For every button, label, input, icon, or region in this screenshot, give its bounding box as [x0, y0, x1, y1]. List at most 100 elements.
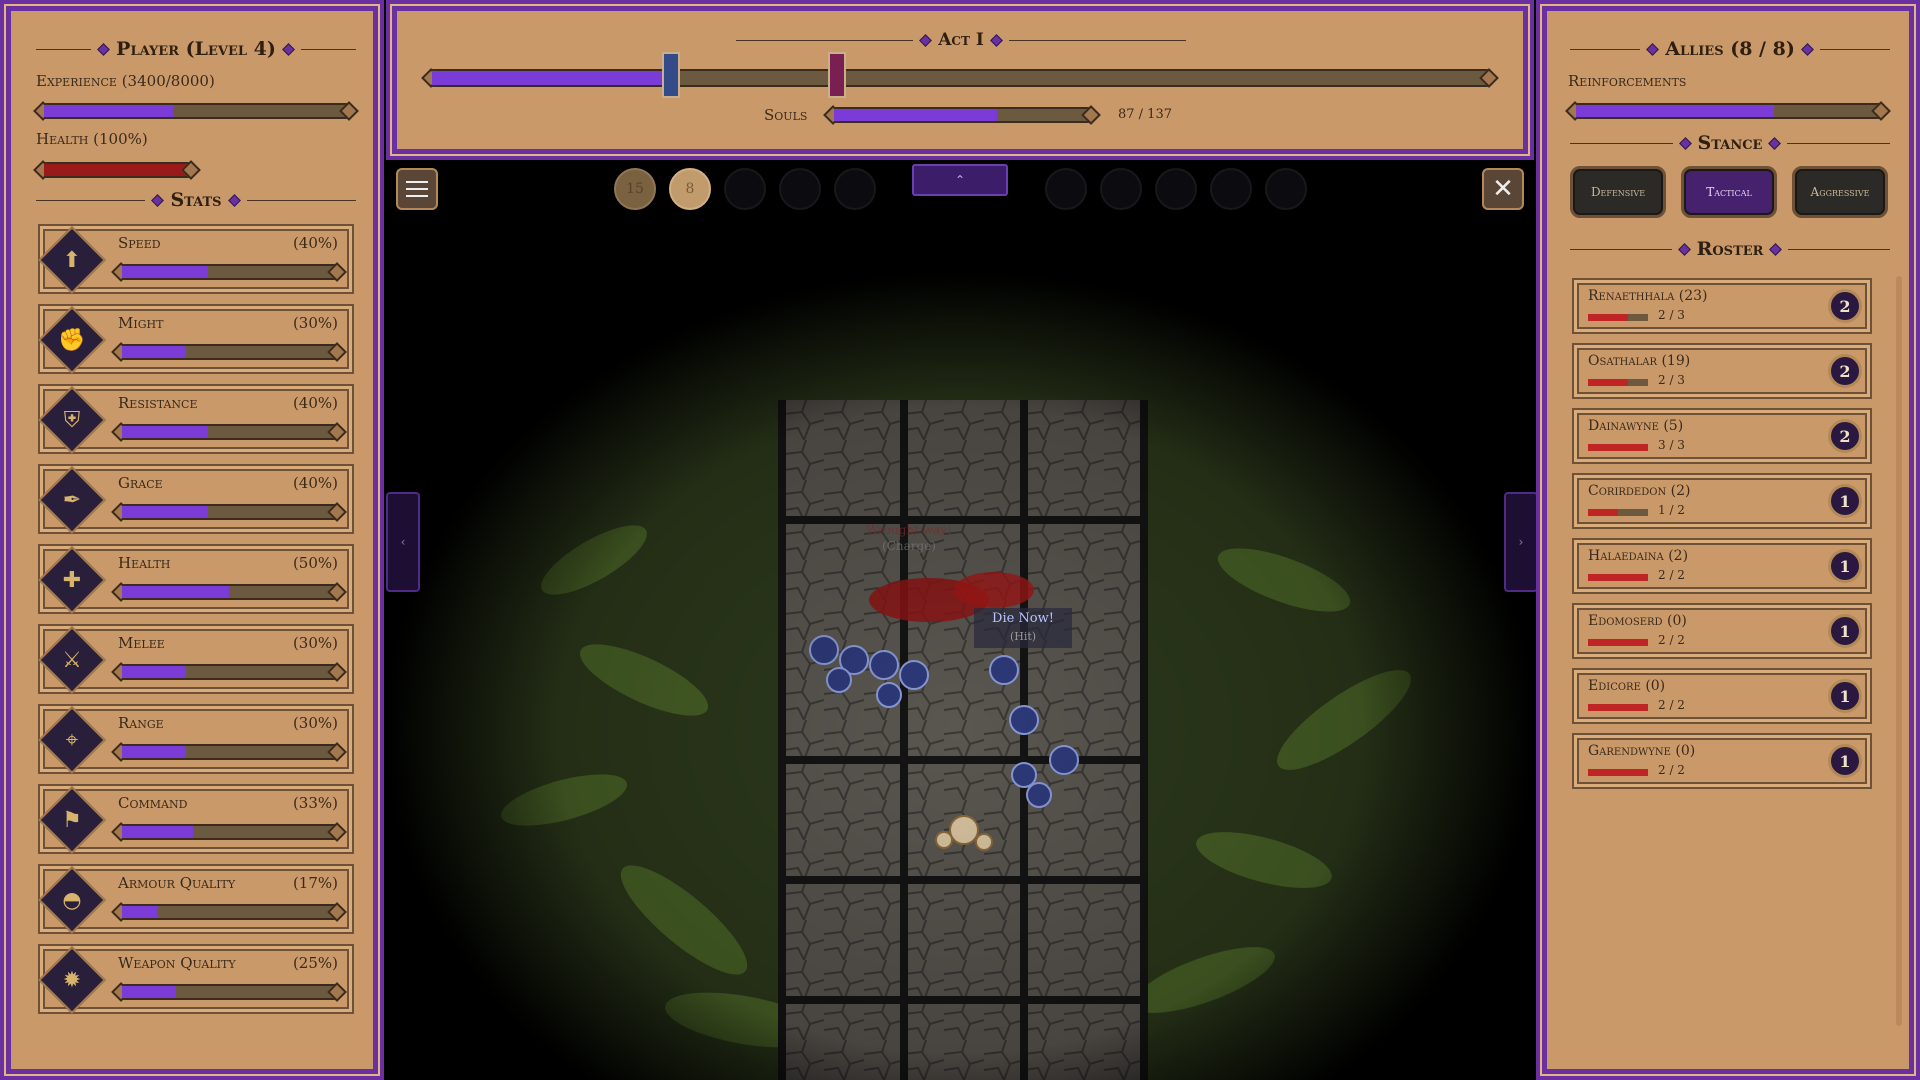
roster-name: Osathalar (19): [1588, 353, 1691, 369]
shout-charge: Wrought way! (Charge): [849, 522, 969, 554]
ability-slot[interactable]: [779, 168, 821, 210]
ability-slot[interactable]: [724, 168, 766, 210]
stat-name: Armour Quality: [118, 874, 236, 892]
stat-percent: (33%): [292, 794, 338, 812]
stat-bar-fill: [122, 666, 187, 678]
stat-card-range[interactable]: ⌖ Range (30%): [38, 704, 354, 774]
roster-item[interactable]: Corirdedon (2) 1 / 2 1: [1572, 473, 1872, 529]
stat-icon-frame: ◓: [38, 866, 106, 934]
ability-slot[interactable]: [1210, 168, 1252, 210]
ability-slot[interactable]: [1155, 168, 1197, 210]
health-bar-fill: [44, 164, 190, 176]
ability-slot[interactable]: 15: [614, 168, 656, 210]
experience-bar-fill: [44, 105, 174, 117]
left-drawer-toggle[interactable]: ‹: [386, 492, 420, 592]
battlefield-view[interactable]: Wrought way! (Charge) Die Now! (Hit): [384, 160, 1536, 1080]
roster-item[interactable]: Edicore (0) 2 / 2 1: [1572, 668, 1872, 724]
shield-icon: ⛨: [63, 407, 81, 433]
souls-bar: [832, 107, 1092, 123]
roster-item[interactable]: Osathalar (19) 2 / 3 2: [1572, 343, 1872, 399]
roster-rank-badge: 1: [1828, 744, 1862, 778]
stat-card-speed[interactable]: ⬆ Speed (40%): [38, 224, 354, 294]
ability-slot[interactable]: [834, 168, 876, 210]
reinforcements-label: Reinforcements: [1568, 72, 1687, 90]
ability-slot[interactable]: [1045, 168, 1087, 210]
roster-item[interactable]: Dainawyne (5) 3 / 3 2: [1572, 408, 1872, 464]
stat-card-health[interactable]: ✚ Health (50%): [38, 544, 354, 614]
ability-slot[interactable]: 8: [669, 168, 711, 210]
roster-health-bar: [1588, 769, 1648, 776]
roster-health-fill: [1588, 574, 1648, 581]
chevron-up-icon: ⌃: [954, 173, 966, 187]
stat-card-armour-quality[interactable]: ◓ Armour Quality (17%): [38, 864, 354, 934]
close-button[interactable]: ✕: [1482, 168, 1524, 210]
stat-icon-frame: ✊: [38, 306, 106, 374]
stat-bar: [120, 664, 338, 680]
stat-percent: (25%): [292, 954, 338, 972]
crossed-swords-icon: ⚔: [62, 647, 82, 673]
reinforcements-bar: [1574, 103, 1882, 119]
stat-percent: (30%): [292, 314, 338, 332]
shout-hit-sub: (Hit): [1009, 630, 1037, 643]
roster-rank-badge: 1: [1828, 484, 1862, 518]
roster-scrollbar[interactable]: [1896, 276, 1902, 1026]
stat-icon-frame: ✒: [38, 466, 106, 534]
roster-health-fill: [1588, 639, 1648, 646]
stats-title: Stats: [36, 189, 356, 211]
menu-button[interactable]: [396, 168, 438, 210]
stat-icon-frame: ⚔: [38, 626, 106, 694]
banner-icon: ⚑: [62, 807, 82, 833]
roster-health-count: 2 / 2: [1658, 698, 1685, 712]
roster-name: Halaedaina (2): [1588, 548, 1689, 564]
stat-card-command[interactable]: ⚑ Command (33%): [38, 784, 354, 854]
roster-item[interactable]: Edomoserd (0) 2 / 2 1: [1572, 603, 1872, 659]
stat-bar-fill: [122, 746, 187, 758]
experience-label: Experience (3400/8000): [36, 72, 215, 90]
roster-health-fill: [1588, 704, 1648, 711]
stat-card-might[interactable]: ✊ Might (30%): [38, 304, 354, 374]
stat-card-resistance[interactable]: ⛨ Resistance (40%): [38, 384, 354, 454]
roster-health-fill: [1588, 314, 1629, 321]
ability-slot[interactable]: [1100, 168, 1142, 210]
stance-defensive-button[interactable]: Defensive: [1570, 166, 1666, 218]
expand-button[interactable]: ⌃: [912, 164, 1008, 196]
stat-card-grace[interactable]: ✒ Grace (40%): [38, 464, 354, 534]
stance-tactical-button[interactable]: Tactical: [1681, 166, 1777, 218]
roster-health-bar: [1588, 314, 1648, 321]
stat-bar-fill: [122, 826, 193, 838]
roster-item[interactable]: Garendwyne (0) 2 / 2 1: [1572, 733, 1872, 789]
roster-name: Dainawyne (5): [1588, 418, 1684, 434]
stat-bar: [120, 904, 338, 920]
roster-item[interactable]: Renaethhala (23) 2 / 3 2: [1572, 278, 1872, 334]
stance-title: Stance: [1570, 132, 1891, 154]
player-title: Player (Level 4): [36, 38, 357, 60]
ability-slot[interactable]: [1265, 168, 1307, 210]
roster-health-bar: [1588, 444, 1648, 451]
roster-health-bar: [1588, 639, 1648, 646]
stat-card-melee[interactable]: ⚔ Melee (30%): [38, 624, 354, 694]
souls-value: 87 / 137: [1118, 107, 1172, 122]
roster-item[interactable]: Halaedaina (2) 2 / 2 1: [1572, 538, 1872, 594]
roster-health-fill: [1588, 769, 1648, 776]
battle-map: [384, 160, 1536, 1080]
right-drawer-toggle[interactable]: ›: [1504, 492, 1538, 592]
roster-health-count: 2 / 2: [1658, 763, 1685, 777]
roster-health-bar: [1588, 574, 1648, 581]
stance-aggressive-button[interactable]: Aggressive: [1792, 166, 1888, 218]
roster-health-fill: [1588, 509, 1618, 516]
stats-title-text: Stats: [170, 189, 222, 211]
winged-feather-icon: ✒: [62, 487, 82, 513]
stat-bar-fill: [122, 586, 229, 598]
stat-card-weapon-quality[interactable]: ✹ Weapon Quality (25%): [38, 944, 354, 1014]
roster-health-bar: [1588, 704, 1648, 711]
act-title-text: Act I: [938, 30, 984, 50]
roster-rank-badge: 2: [1828, 354, 1862, 388]
stat-name: Might: [118, 314, 164, 332]
stat-bar-fill: [122, 986, 176, 998]
roster-health-count: 2 / 2: [1658, 633, 1685, 647]
stat-bar-fill: [122, 266, 208, 278]
cross-icon: ✚: [62, 567, 82, 593]
health-label: Health (100%): [36, 130, 148, 148]
stat-icon-frame: ⛨: [38, 386, 106, 454]
roster-rank-badge: 1: [1828, 614, 1862, 648]
